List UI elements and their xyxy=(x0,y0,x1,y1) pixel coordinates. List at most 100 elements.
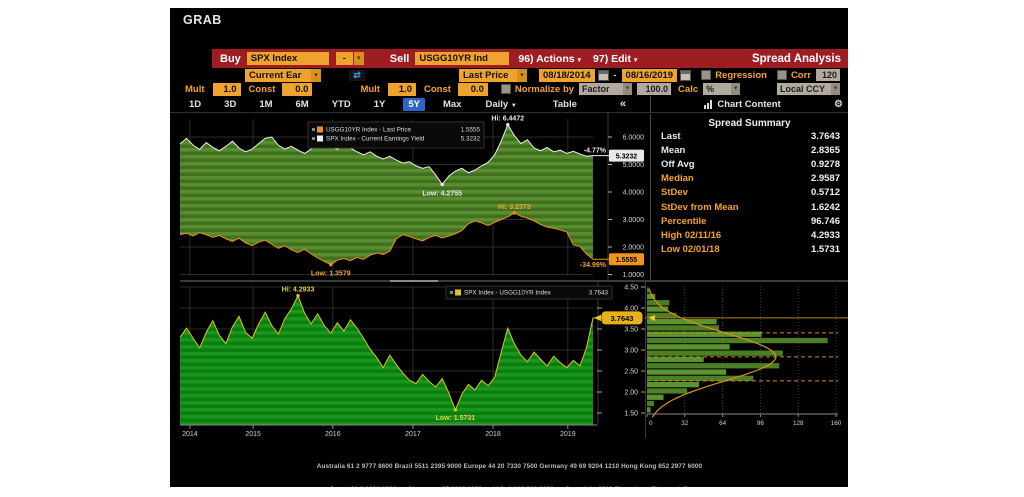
svg-text:4.0000: 4.0000 xyxy=(623,190,645,197)
svg-text:-34.99%: -34.99% xyxy=(580,262,607,269)
svg-text:-4.77%: -4.77% xyxy=(584,148,607,155)
corr-label: Corr xyxy=(791,70,811,81)
svg-text:2019: 2019 xyxy=(560,431,576,438)
period-button-3d[interactable]: 3D xyxy=(219,98,241,111)
svg-text:Hi: 4.2933: Hi: 4.2933 xyxy=(282,287,315,294)
svg-text:Low: 1.3579: Low: 1.3579 xyxy=(311,271,351,278)
period-button-ytd[interactable]: YTD xyxy=(327,98,356,111)
currency-select[interactable]: Local CCY xyxy=(777,83,831,95)
sell-field-select[interactable]: Last Price xyxy=(459,69,517,82)
swap-securities-button[interactable]: ⇄ xyxy=(349,70,365,81)
frequency-dropdown[interactable]: Daily ▼ xyxy=(480,98,521,111)
svg-text:Low: 1.5731: Low: 1.5731 xyxy=(435,415,475,422)
date-from-input[interactable]: 08/18/2014 xyxy=(539,69,595,82)
period-button-max[interactable]: Max xyxy=(438,98,466,111)
factor-dropdown[interactable]: ▾ xyxy=(623,83,632,95)
svg-text:Hi: 3.2373: Hi: 3.2373 xyxy=(498,204,531,211)
operator-dropdown[interactable]: ▾ xyxy=(354,52,364,65)
edit-menu[interactable]: 97) Edit ▾ xyxy=(593,53,637,65)
svg-text:160: 160 xyxy=(831,420,842,427)
const-input-1[interactable]: 0.0 xyxy=(282,83,312,96)
spread-summary-title: Spread Summary xyxy=(651,114,848,129)
sell-security-input[interactable]: USGG10YR Ind xyxy=(415,52,509,65)
period-button-6m[interactable]: 6M xyxy=(291,98,314,111)
svg-text:3.00: 3.00 xyxy=(624,348,638,355)
period-buttons: 1D 3D 1M 6M YTD 1Y 5Y Max xyxy=(184,98,466,111)
summary-row: Median2.9587 xyxy=(651,172,848,186)
terminal-window: GRAB Buy SPX Index - ▾ Sell USGG10YR Ind… xyxy=(170,8,848,487)
svg-text:3.7643: 3.7643 xyxy=(589,290,609,297)
summary-row: Off Avg0.9278 xyxy=(651,157,848,171)
factor-select[interactable]: Factor xyxy=(579,83,623,95)
toolbar-row-mult: Mult 1.0 Const 0.0 Mult 1.0 Const 0.0 No… xyxy=(170,82,840,96)
svg-text:2017: 2017 xyxy=(405,431,421,438)
calendar-icon[interactable] xyxy=(598,70,609,81)
svg-text:2014: 2014 xyxy=(182,431,198,438)
buy-field-dropdown[interactable]: ▾ xyxy=(311,69,321,82)
currency-dropdown[interactable]: ▾ xyxy=(831,83,840,95)
const-label-2: Const xyxy=(424,84,451,95)
chart-content-tab[interactable]: Chart Content xyxy=(717,99,780,110)
svg-text:2018: 2018 xyxy=(485,431,501,438)
screen-title: Spread Analysis xyxy=(752,53,841,65)
mult-input-1[interactable]: 1.0 xyxy=(213,83,241,96)
calc-dropdown[interactable]: ▾ xyxy=(731,83,740,95)
period-button-1d[interactable]: 1D xyxy=(184,98,206,111)
period-tab-bar: 1D 3D 1M 6M YTD 1Y 5Y Max Daily ▼ Table « xyxy=(170,96,650,113)
gear-icon[interactable]: ⚙ xyxy=(834,99,843,110)
corr-checkbox[interactable] xyxy=(777,70,787,80)
svg-text:2.00: 2.00 xyxy=(624,390,638,397)
svg-text:Low: 4.2755: Low: 4.2755 xyxy=(422,190,462,197)
collapse-panel-button[interactable]: « xyxy=(620,98,626,110)
actions-menu[interactable]: 96) Actions ▾ xyxy=(518,53,581,65)
summary-row: High 02/11/164.2933 xyxy=(651,228,848,242)
date-to-input[interactable]: 08/16/2019 xyxy=(622,69,678,82)
calc-label: Calc xyxy=(678,84,698,95)
summary-row: StDev0.5712 xyxy=(651,186,848,200)
svg-text:6.0000: 6.0000 xyxy=(623,135,645,142)
svg-text:SPX Index - Current Earnings Y: SPX Index - Current Earnings Yield xyxy=(326,136,425,143)
svg-text:32: 32 xyxy=(681,420,689,427)
terminal-footer: Australia 61 2 9777 8600 Brazil 5511 239… xyxy=(174,448,845,487)
histogram-chart: 0326496128160 xyxy=(645,282,848,438)
svg-text:64: 64 xyxy=(719,420,727,427)
svg-text:2015: 2015 xyxy=(245,431,261,438)
corr-value-input[interactable]: 120 xyxy=(816,69,840,81)
period-button-5y[interactable]: 5Y xyxy=(403,98,425,111)
chart-content-header: Chart Content ⚙ xyxy=(650,96,848,113)
svg-text:2.50: 2.50 xyxy=(624,369,638,376)
svg-text:3.50: 3.50 xyxy=(624,327,638,334)
svg-text:1.5555: 1.5555 xyxy=(616,257,638,264)
svg-text:5.3232: 5.3232 xyxy=(616,154,638,161)
svg-text:2.0000: 2.0000 xyxy=(623,245,645,252)
spread-summary-rows: Last3.7643Mean2.8365Off Avg0.9278Median2… xyxy=(651,129,848,257)
buy-field-select[interactable]: Current Ear xyxy=(245,69,311,82)
svg-text:Hi: 6.4472: Hi: 6.4472 xyxy=(491,116,524,123)
sell-field-dropdown[interactable]: ▾ xyxy=(517,69,527,82)
const-label-1: Const xyxy=(249,84,276,95)
summary-row: Last3.7643 xyxy=(651,129,848,143)
calendar-icon[interactable] xyxy=(680,70,691,81)
mult-label-2: Mult xyxy=(360,84,380,95)
toolbar-row-fields: Current Ear ▾ ⇄ Last Price ▾ 08/18/2014 … xyxy=(212,68,840,82)
svg-text:1.0000: 1.0000 xyxy=(623,272,645,279)
factor-amount-input[interactable]: 100.0 xyxy=(637,83,671,95)
operator-input[interactable]: - xyxy=(336,52,353,65)
regression-checkbox[interactable] xyxy=(701,70,711,80)
svg-text:5.0000: 5.0000 xyxy=(623,162,645,169)
buy-label: Buy xyxy=(220,53,241,65)
sell-label: Sell xyxy=(390,53,410,65)
calc-select[interactable]: % xyxy=(703,83,731,95)
svg-text:3.7643: 3.7643 xyxy=(611,314,634,323)
buy-security-input[interactable]: SPX Index xyxy=(247,52,329,65)
period-button-1y[interactable]: 1Y xyxy=(369,98,391,111)
svg-text:1.5555: 1.5555 xyxy=(461,127,481,134)
normalize-checkbox[interactable] xyxy=(501,84,511,94)
page-title: GRAB xyxy=(183,13,222,27)
svg-text:4.50: 4.50 xyxy=(624,285,638,292)
period-button-1m[interactable]: 1M xyxy=(254,98,277,111)
mult-input-2[interactable]: 1.0 xyxy=(388,83,416,96)
const-input-2[interactable]: 0.0 xyxy=(458,83,488,96)
table-button[interactable]: Table xyxy=(548,98,582,111)
normalize-label: Normalize by xyxy=(515,84,574,95)
